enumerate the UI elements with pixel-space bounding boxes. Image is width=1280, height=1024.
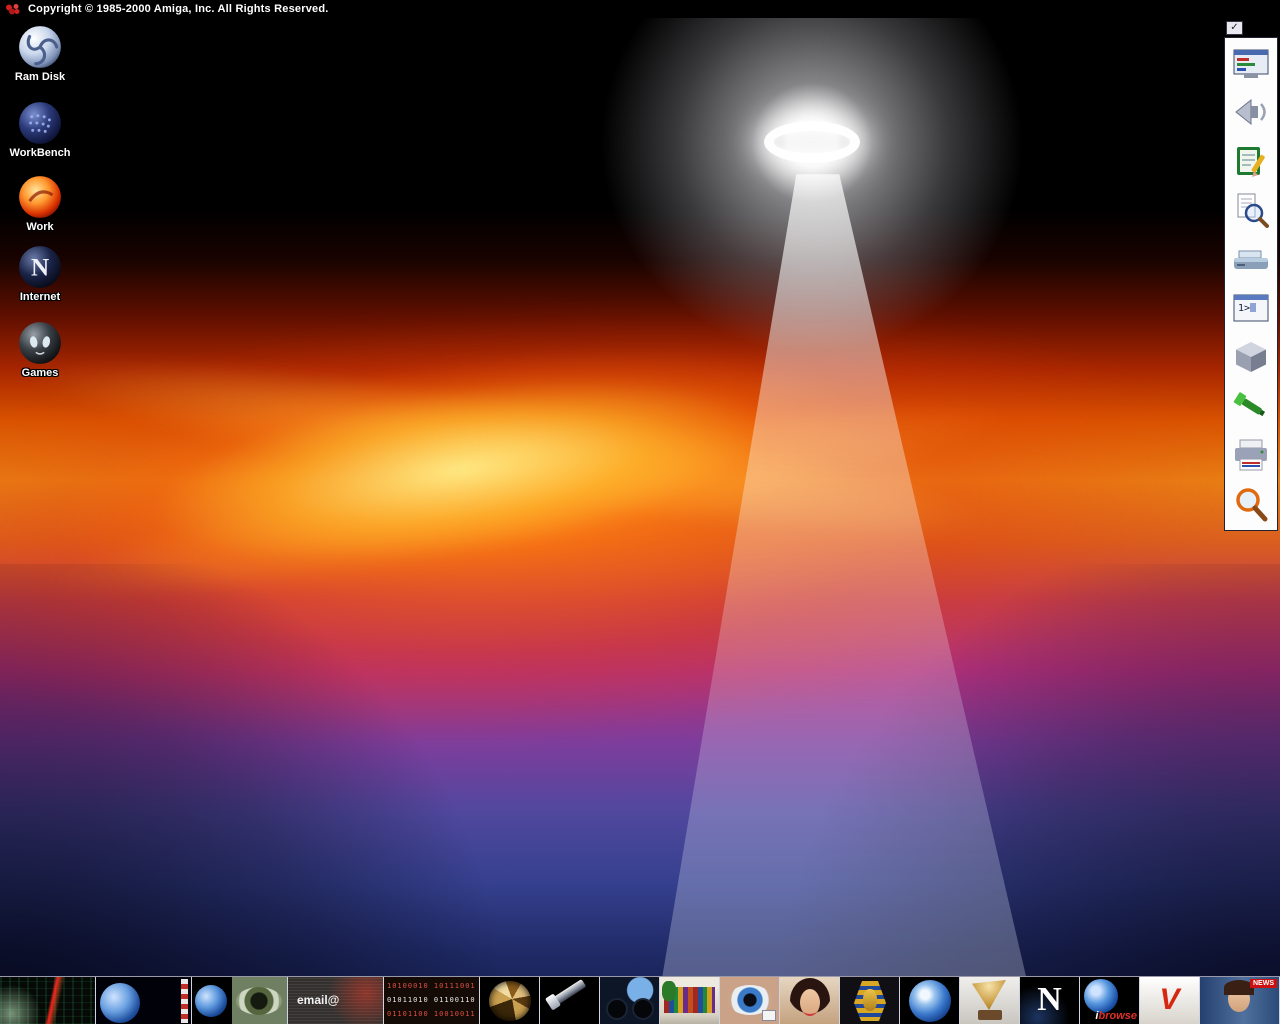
binoculars-earth-tile[interactable] (600, 977, 660, 1024)
package-box-button[interactable] (1228, 335, 1274, 379)
desktop: Ram Disk WorkBench Work N Internet Games (0, 18, 1280, 1024)
flashlight-tile[interactable] (540, 977, 600, 1024)
desktop-icon-label: WorkBench (10, 147, 71, 159)
earth-eye-tile[interactable] (192, 977, 288, 1024)
pharaoh-mask-tile[interactable] (840, 977, 900, 1024)
shell-window-icon: 1> (1231, 288, 1271, 328)
desktop-icon-games[interactable]: Games (0, 320, 83, 379)
earth-globe-tile[interactable] (900, 977, 960, 1024)
printer-button[interactable] (1228, 433, 1274, 477)
v-letter: V (1140, 977, 1199, 1023)
binary-row: 10100010 10111001 (387, 982, 476, 990)
netscape-n-letter: N (1020, 978, 1079, 1022)
light-ring (764, 121, 860, 163)
magnifier-icon (1231, 484, 1271, 524)
desktop-icon-ram-disk[interactable]: Ram Disk (0, 24, 83, 83)
ibrowse-browse: browse (1098, 1010, 1137, 1022)
binary-row: 01101100 10010011 (387, 1010, 476, 1018)
binary-row: 01011010 01100110 (387, 996, 476, 1004)
amiga-badge-icon (5, 3, 21, 16)
earth-binary-tile[interactable] (96, 977, 192, 1024)
svg-text:1>: 1> (1238, 303, 1250, 314)
ram-disk-icon (17, 24, 63, 70)
package-box-icon (1231, 337, 1271, 377)
internet-icon: N (17, 244, 63, 290)
dock-toggle-button[interactable]: ✓ (1226, 21, 1243, 35)
netscape-tile[interactable]: N (1020, 977, 1080, 1024)
desktop-icon-internet[interactable]: N Internet (0, 244, 83, 303)
nautilus-shell-tile[interactable] (480, 977, 540, 1024)
email-tile[interactable]: email@ (288, 977, 384, 1024)
workbench-disk-icon (17, 100, 63, 146)
scanner-icon (1231, 239, 1271, 279)
speaker-icon (1231, 92, 1271, 132)
wallpaper-shadow-left (0, 564, 560, 1024)
v-arrow-tile[interactable]: V (1140, 977, 1200, 1024)
desktop-icon-label: Ram Disk (15, 71, 65, 83)
svg-text:N: N (31, 254, 49, 281)
find-file-icon (1231, 190, 1271, 230)
desktop-icon-workbench[interactable]: WorkBench (0, 100, 83, 159)
bottom-dock: email@ 10100010 10111001 01011010 01100110… (0, 976, 1280, 1024)
desktop-icon-label: Internet (20, 291, 60, 303)
screen-title-bar: Copyright © 1985-2000 Amiga, Inc. All Ri… (0, 0, 1280, 18)
desktop-icon-label: Games (22, 367, 59, 379)
notes-icon (1231, 141, 1271, 181)
ibrowse-label: ibrowse (1095, 1010, 1137, 1022)
work-disk-icon (17, 174, 63, 220)
printer-icon (1231, 435, 1271, 475)
flashlight-icon (1231, 386, 1271, 426)
magnifier-button[interactable] (1228, 482, 1274, 526)
notes-button[interactable] (1228, 139, 1274, 183)
find-file-button[interactable] (1228, 188, 1274, 232)
binary-code-tile[interactable]: 10100010 10111001 01011010 01100110 011011… (384, 977, 480, 1024)
desktop-icon-work[interactable]: Work (0, 174, 83, 233)
circuit-laser-tile[interactable] (0, 977, 96, 1024)
email-label: email@ (297, 993, 339, 1007)
desktop-icon-label: Work (26, 221, 53, 233)
ibrowse-tile[interactable]: ibrowse (1080, 977, 1140, 1024)
workbench-screen-button[interactable] (1228, 41, 1274, 85)
library-books-tile[interactable] (660, 977, 720, 1024)
workbench-screen-icon (1231, 43, 1271, 83)
screen-title-text: Copyright © 1985-2000 Amiga, Inc. All Ri… (28, 3, 329, 15)
shell-window-button[interactable]: 1> (1228, 286, 1274, 330)
games-icon (17, 320, 63, 366)
gramophone-tile[interactable] (960, 977, 1020, 1024)
speaker-button[interactable] (1228, 90, 1274, 134)
right-toolbar-dock: 1> (1224, 37, 1278, 531)
eye-tile[interactable] (720, 977, 780, 1024)
pinup-woman-tile[interactable] (780, 977, 840, 1024)
news-anchor-tile[interactable]: NEWS (1200, 977, 1280, 1024)
scanner-button[interactable] (1228, 237, 1274, 281)
news-badge: NEWS (1250, 979, 1277, 988)
flashlight-button[interactable] (1228, 384, 1274, 428)
